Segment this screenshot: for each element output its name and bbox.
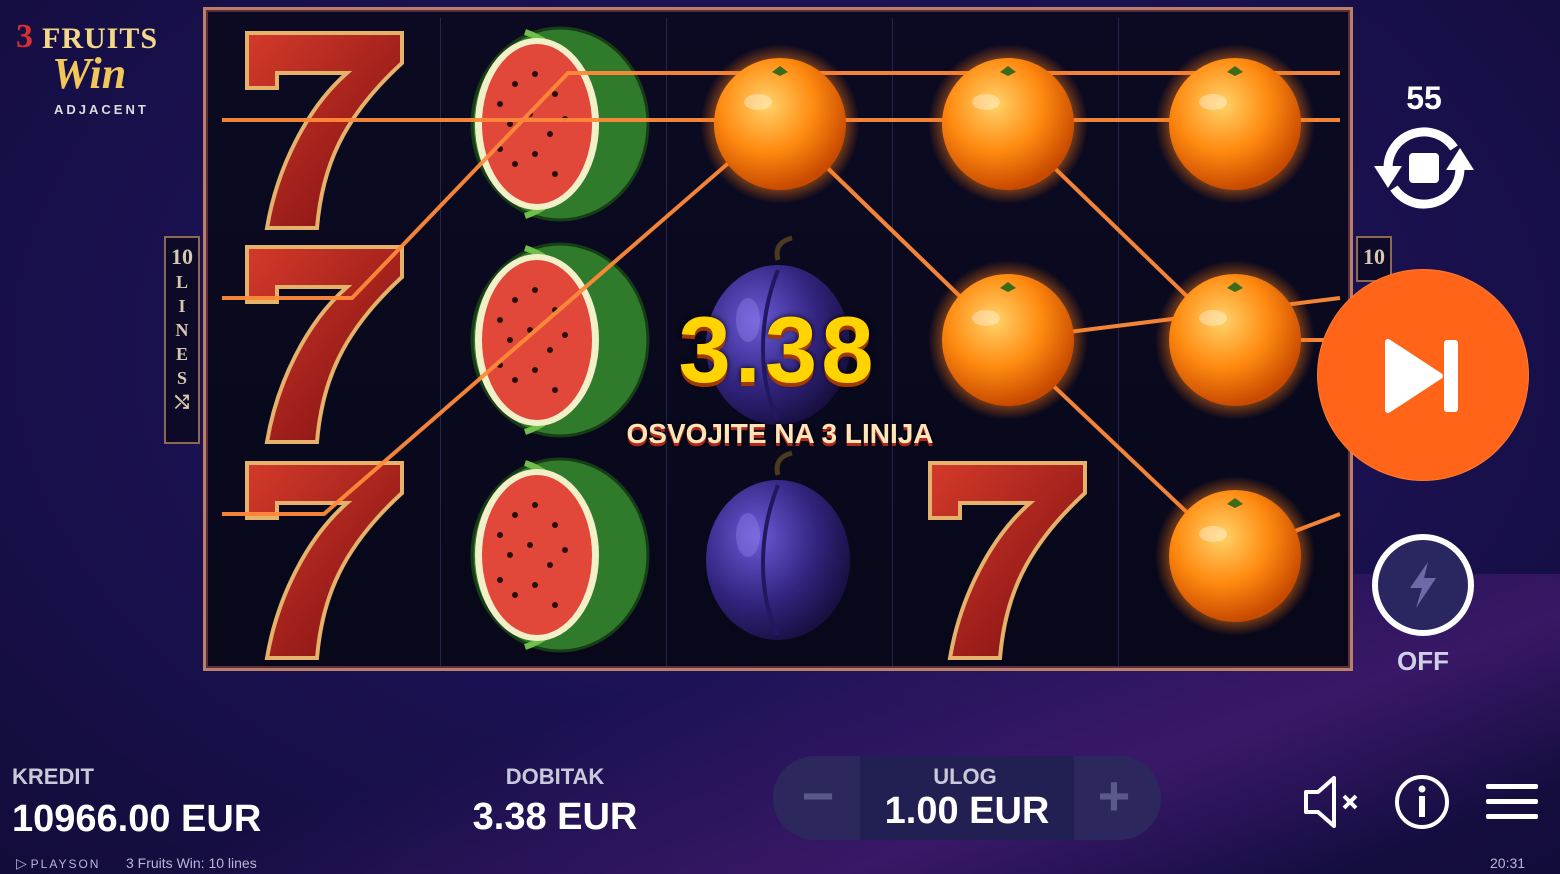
credit-value: 10966.00 EUR bbox=[12, 798, 262, 840]
bet-increase-button[interactable]: + bbox=[1086, 768, 1142, 828]
bet-label: ULOG bbox=[933, 764, 997, 789]
win-message: OSVOJITE NA 3 LINIJA bbox=[626, 418, 934, 449]
sound-button[interactable] bbox=[1302, 772, 1362, 832]
win-amount: 3.38 bbox=[678, 297, 878, 402]
bet-value: 1.00 EUR bbox=[884, 790, 1050, 832]
info-button[interactable] bbox=[1392, 772, 1452, 832]
autoplay-icon bbox=[1374, 127, 1474, 209]
autoplay-count: 55 bbox=[1406, 80, 1442, 116]
turbo-state: OFF bbox=[1397, 646, 1449, 676]
seven-icon bbox=[245, 461, 404, 660]
watermelon-icon bbox=[472, 459, 648, 651]
orange-icon bbox=[1155, 44, 1315, 204]
skip-spin-button[interactable] bbox=[1318, 270, 1528, 480]
play-triangle-icon: ▷ bbox=[16, 855, 27, 871]
autoplay-stop-button[interactable] bbox=[1366, 118, 1482, 218]
seven-icon bbox=[928, 461, 1087, 660]
sound-muted-icon bbox=[1304, 776, 1358, 828]
credit-label: KREDIT bbox=[12, 764, 94, 789]
seven-icon bbox=[245, 245, 404, 444]
provider-logo: ▷ PLAYSON bbox=[16, 855, 100, 872]
orange-icon bbox=[1155, 260, 1315, 420]
seven-icon bbox=[245, 31, 404, 230]
win-label: DOBITAK bbox=[505, 764, 605, 789]
orange-icon bbox=[1155, 476, 1315, 636]
game-title: 3 Fruits Win: 10 lines bbox=[126, 855, 257, 871]
provider-name: PLAYSON bbox=[30, 857, 101, 871]
turbo-button[interactable] bbox=[1372, 534, 1474, 636]
hamburger-icon bbox=[1486, 784, 1538, 819]
orange-icon bbox=[928, 44, 1088, 204]
menu-button[interactable] bbox=[1484, 772, 1544, 832]
clock: 20:31 bbox=[1490, 855, 1526, 871]
orange-icon bbox=[700, 44, 860, 204]
info-icon bbox=[1395, 775, 1449, 829]
win-value: 3.38 EUR bbox=[472, 796, 638, 838]
bet-decrease-button[interactable]: − bbox=[790, 768, 846, 828]
plum-icon bbox=[706, 453, 850, 640]
skip-icon bbox=[1385, 339, 1458, 413]
watermelon-icon bbox=[472, 28, 648, 220]
lightning-icon bbox=[1410, 562, 1436, 608]
